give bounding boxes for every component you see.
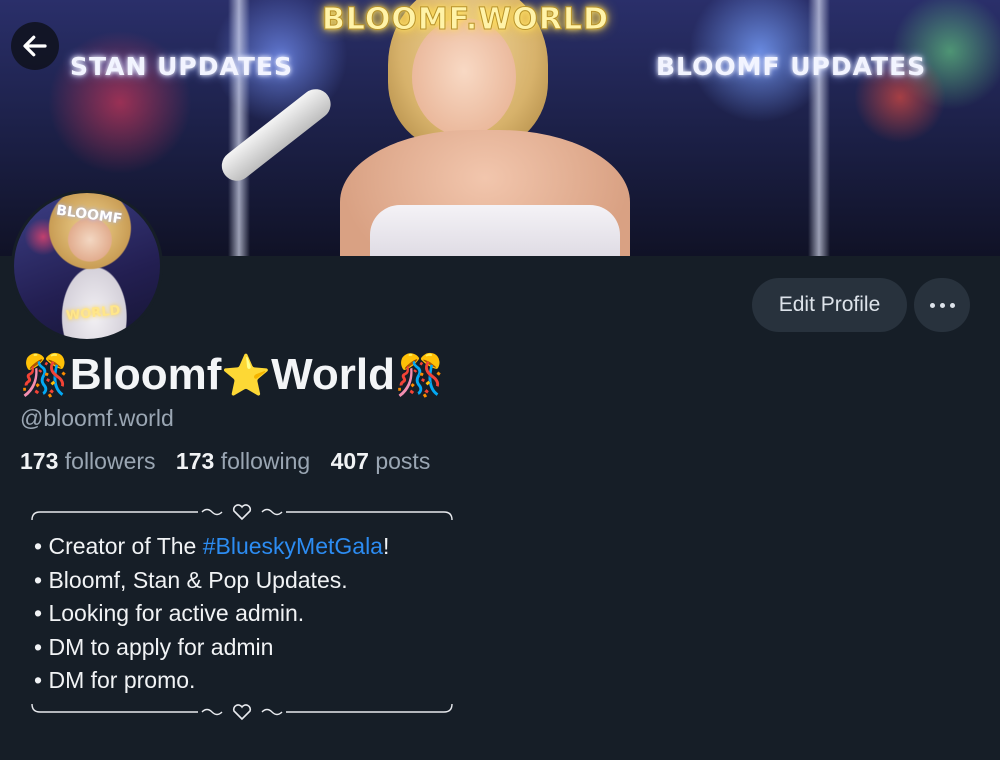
bio-line: DM for promo. xyxy=(34,664,389,698)
profile-avatar[interactable]: BLOOMF WORLD xyxy=(11,190,163,342)
profile-banner[interactable]: BLOOMF.WORLD STAN UPDATES BLOOMF UPDATES xyxy=(0,0,1000,256)
bio-divider-top xyxy=(31,504,453,521)
ellipsis-icon xyxy=(929,302,935,308)
banner-title-text: BLOOMF.WORLD xyxy=(322,2,609,38)
bio-line: Creator of The #BlueskyMetGala! xyxy=(34,530,389,564)
profile-handle: @bloomf.world xyxy=(20,405,174,431)
following-count: 173 xyxy=(175,448,215,474)
posts-count-stat: 407 posts xyxy=(331,448,431,474)
confetti-emoji-left: 🎊 xyxy=(20,352,70,399)
bio-line: DM to apply for admin xyxy=(34,631,389,665)
bio-line: Looking for active admin. xyxy=(34,597,389,631)
arrow-left-icon xyxy=(23,35,47,57)
avatar-text-bottom: WORLD xyxy=(65,303,122,324)
following-link[interactable]: 173 following xyxy=(176,448,310,474)
display-name: 🎊 Bloomf ⭐ World 🎊 xyxy=(20,346,445,404)
back-button[interactable] xyxy=(11,22,59,70)
followers-count: 173 xyxy=(20,448,59,474)
avatar-text-top: BLOOMF xyxy=(55,202,124,228)
more-options-button[interactable] xyxy=(914,278,970,332)
profile-stats: 173 followers 173 following 407 posts xyxy=(20,448,444,475)
edit-profile-button[interactable]: Edit Profile xyxy=(752,278,907,332)
posts-count: 407 xyxy=(330,448,369,474)
banner-photo-dress xyxy=(370,205,620,256)
display-name-part1: Bloomf xyxy=(69,350,222,399)
posts-label: posts xyxy=(375,448,431,474)
followers-link[interactable]: 173 followers xyxy=(20,448,156,474)
hashtag-link[interactable]: #BlueskyMetGala xyxy=(203,533,383,559)
bio-divider-bottom xyxy=(31,703,453,721)
confetti-emoji-right: 🎊 xyxy=(395,352,445,399)
bio-list: Creator of The #BlueskyMetGala! Bloomf, … xyxy=(34,530,389,698)
display-name-part2: World xyxy=(271,350,395,399)
banner-left-text: STAN UPDATES xyxy=(70,52,294,81)
star-emoji: ⭐ xyxy=(221,352,272,399)
bio-line: Bloomf, Stan & Pop Updates. xyxy=(34,564,389,598)
followers-label: followers xyxy=(64,448,156,474)
following-label: following xyxy=(220,448,311,474)
banner-right-text: BLOOMF UPDATES xyxy=(656,52,927,81)
